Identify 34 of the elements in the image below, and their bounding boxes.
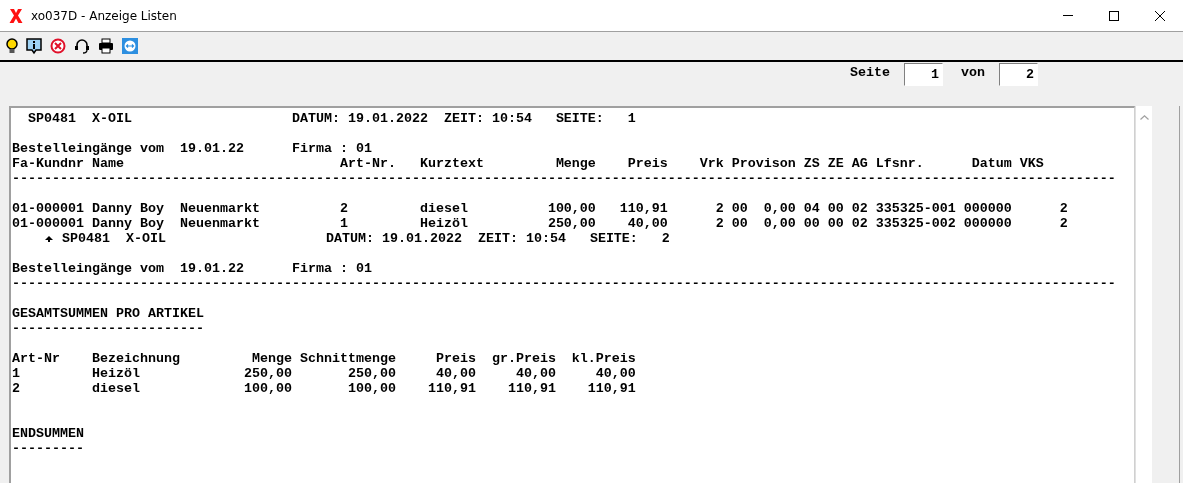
report-line: 2 diesel 100,00 100,00 110,91 110,91 110,91	[12, 381, 637, 396]
page-count-label: von	[961, 65, 985, 80]
page-total-field[interactable]: 2	[999, 63, 1038, 86]
dashed-rule: ------------------------	[12, 321, 205, 336]
x-logo-icon	[9, 8, 23, 23]
report-line: Art-Nr Bezeichnung Menge Schnittmenge Preis gr.Preis kl.Preis	[12, 351, 637, 366]
report-line: GESAMTSUMMEN PRO ARTIKEL	[12, 306, 205, 321]
lightbulb-icon[interactable]	[6, 37, 18, 55]
report-line: ENDSUMMEN	[12, 426, 85, 441]
page-label: Seite	[850, 65, 890, 80]
dashed-rule: ---------	[12, 441, 85, 456]
report-line: Fa-Kundnr Name Art-Nr. Kurztext Menge Preis Vrk Provison ZS ZE AG Lfsnr. Datum VKS	[12, 156, 1045, 171]
info-icon[interactable]	[26, 37, 42, 55]
report-line: 01-000001 Danny Boy Neuenmarkt 2 diesel 100,00 110,91 2 00 0,00 04 00 02 335325-001 000000 2	[12, 201, 1069, 216]
arrow-up-icon	[45, 235, 53, 242]
scrollbar[interactable]	[1135, 106, 1152, 483]
minimize-icon	[1063, 15, 1073, 16]
window-title: xo037D - Anzeige Listen	[31, 8, 177, 23]
report-line: 01-000001 Danny Boy Neuenmarkt 1 Heizöl 250,00 40,00 2 00 0,00 00 00 02 335325-002 000000 2	[12, 216, 1069, 231]
dashed-rule: ------------------------------------------------------------------------------------------------------------------------------------------	[12, 276, 1117, 291]
cancel-icon[interactable]	[50, 38, 66, 54]
report-line: SP0481 X-OIL DATUM: 19.01.2022 ZEIT: 10:54 SEITE: 2	[62, 231, 670, 246]
report-line: SP0481 X-OIL DATUM: 19.01.2022 ZEIT: 10:54 SEITE: 1	[27, 111, 637, 126]
dashed-rule: ------------------------------------------------------------------------------------------------------------------------------------------	[12, 171, 1117, 186]
page-number-field[interactable]: 1	[904, 63, 943, 86]
headset-icon[interactable]	[74, 38, 90, 54]
report-line: 1 Heizöl 250,00 250,00 40,00 40,00 40,00	[12, 366, 637, 381]
maximize-icon	[1109, 10, 1119, 21]
report-line: Bestelleingänge vom 19.01.22 Firma : 01	[12, 141, 373, 156]
report-line: Bestelleingänge vom 19.01.22 Firma : 01	[12, 261, 373, 276]
remote-support-icon[interactable]	[122, 38, 138, 54]
scroll-up-icon[interactable]	[1139, 115, 1149, 120]
printer-icon[interactable]	[98, 38, 114, 54]
close-icon	[1155, 10, 1165, 21]
